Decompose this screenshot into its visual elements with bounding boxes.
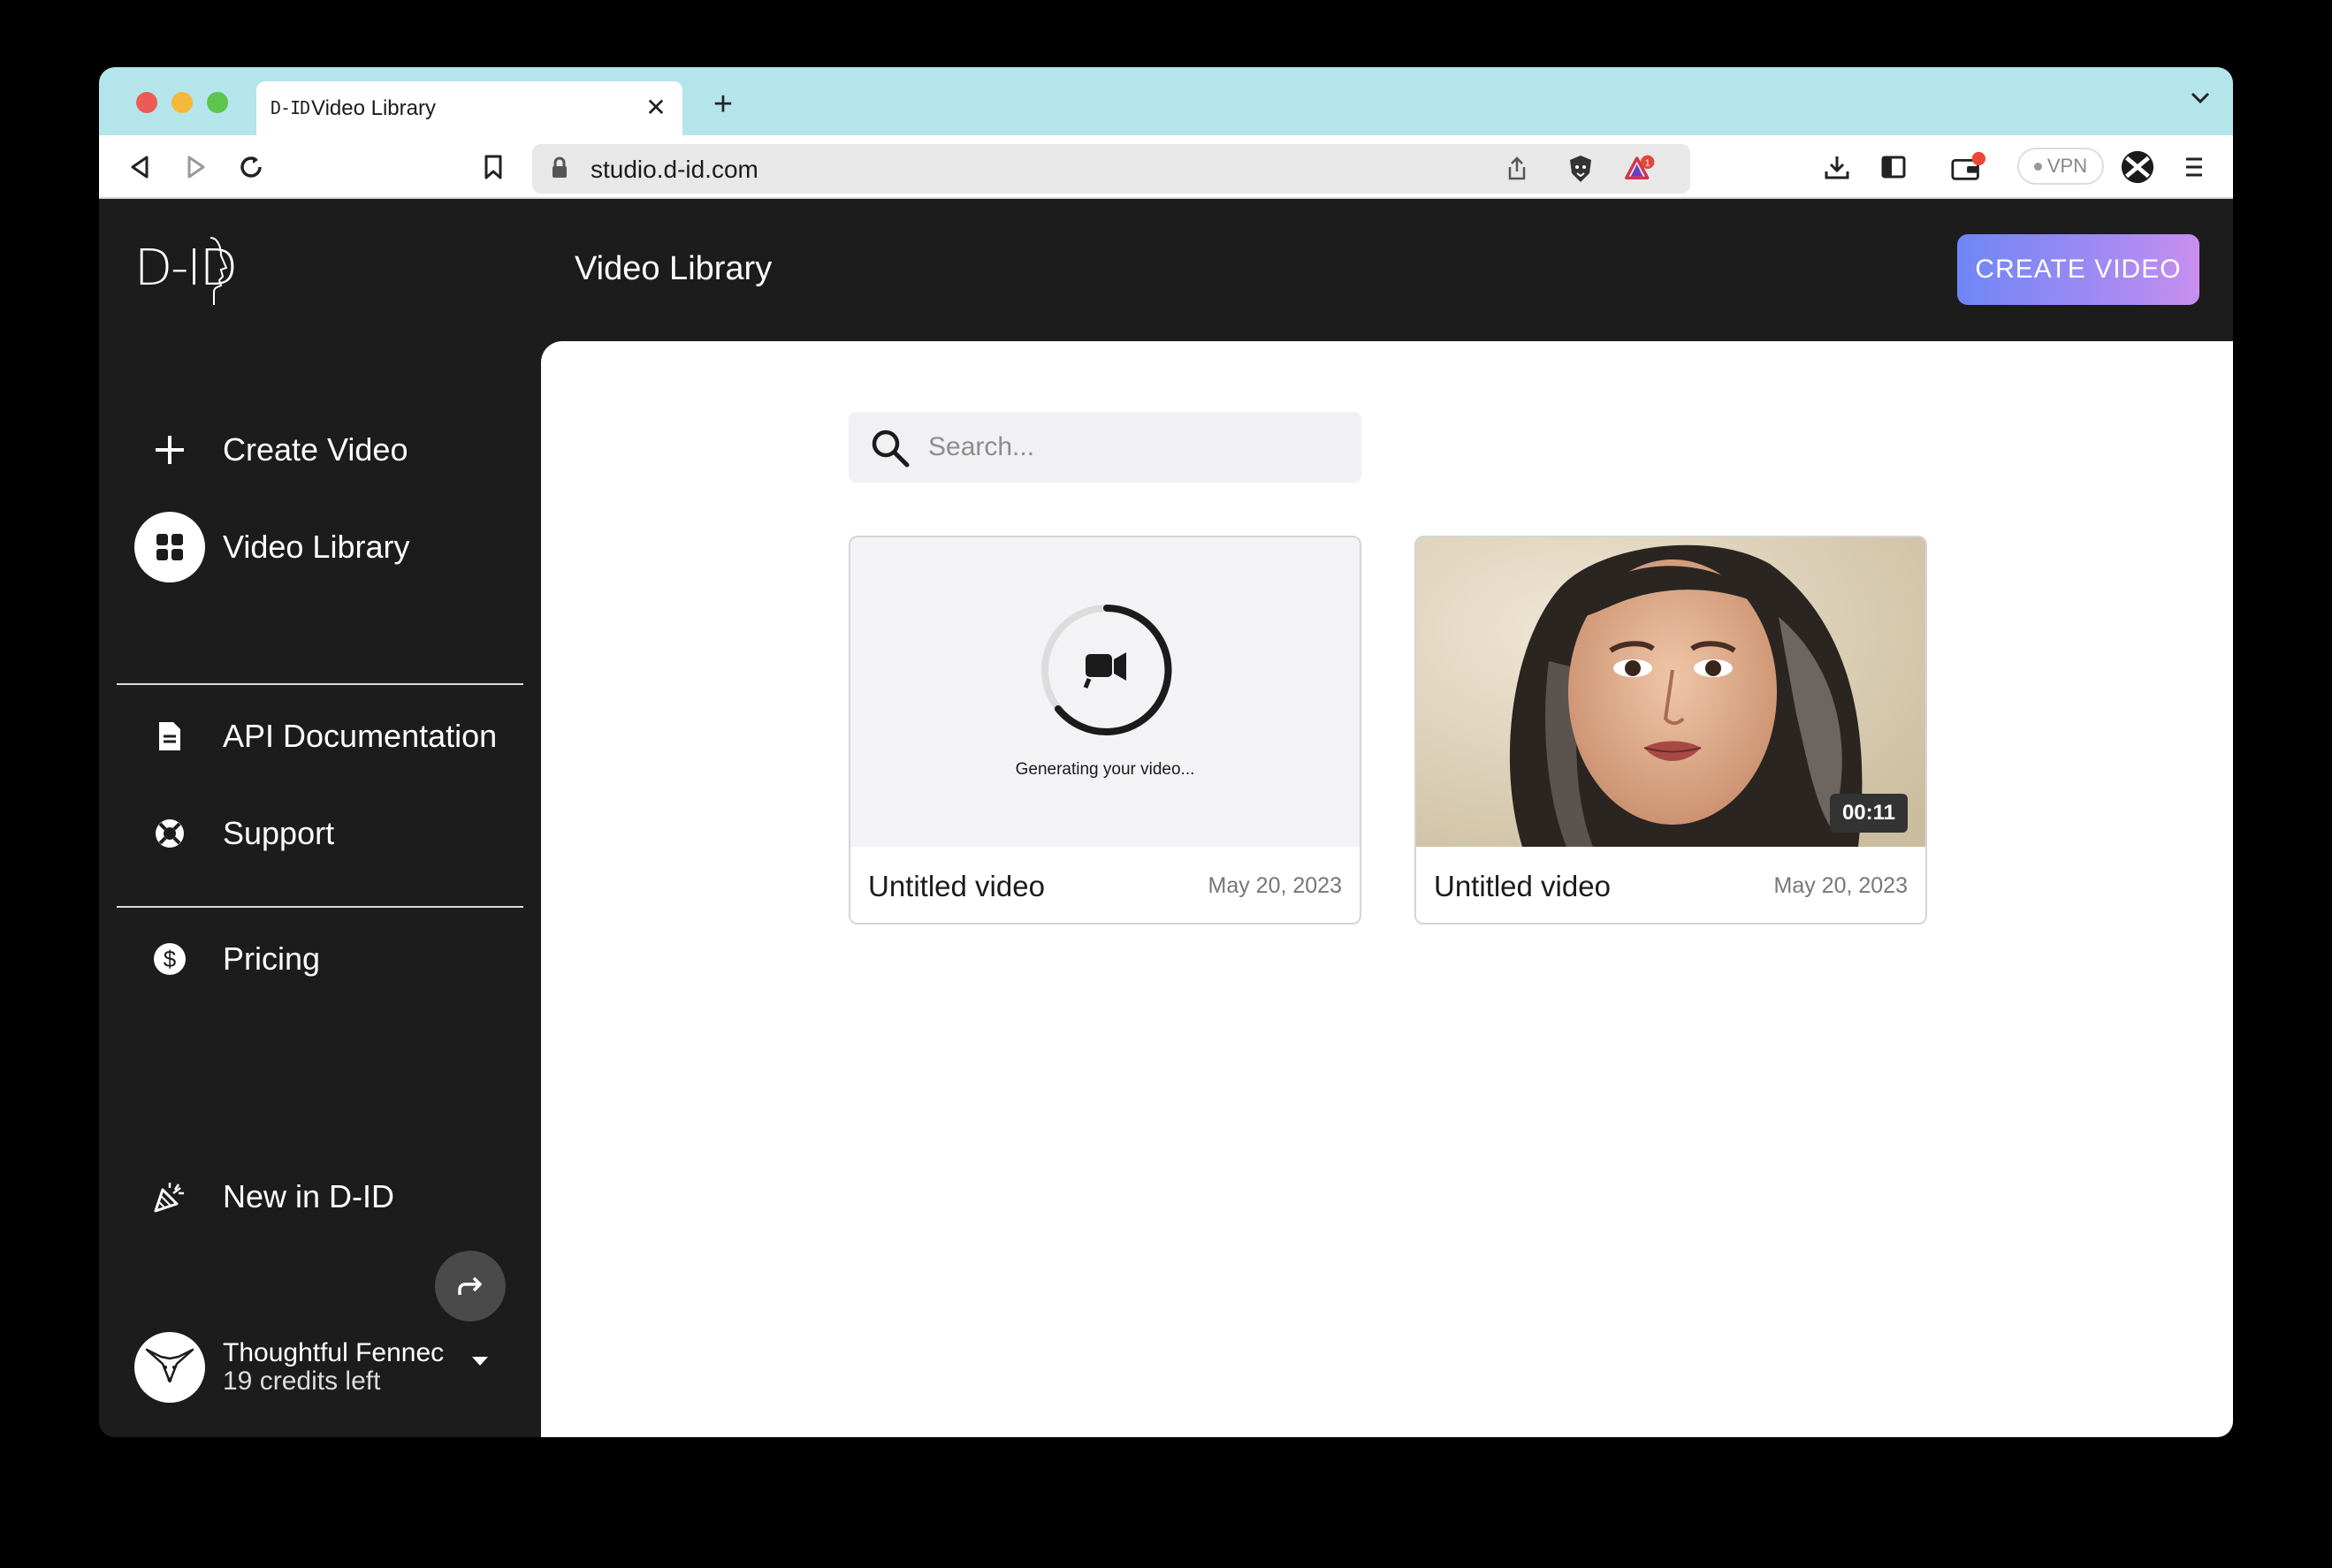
- search-icon: [872, 430, 910, 468]
- sidebar-item-label: API Documentation: [223, 718, 498, 754]
- video-card[interactable]: 00:11 Untitled video May 20, 2023: [1414, 536, 1927, 925]
- wallet-icon[interactable]: [1950, 149, 1985, 185]
- address-bar[interactable]: studio.d-id.com 1: [532, 144, 1690, 194]
- tab-title: Video Library: [311, 96, 436, 120]
- sidebar-item-create-video[interactable]: Create Video: [134, 415, 506, 485]
- collapse-sidebar-button[interactable]: [435, 1251, 506, 1321]
- menu-icon[interactable]: [2176, 149, 2212, 185]
- lifebuoy-icon: [134, 798, 205, 869]
- vpn-button[interactable]: VPN: [2017, 148, 2104, 185]
- video-title: Untitled video: [868, 870, 1045, 902]
- main-content: Generating your video... Untitled video …: [541, 341, 2233, 1437]
- video-thumbnail: Generating your video...: [850, 537, 1360, 847]
- sidebar-item-pricing[interactable]: $ Pricing: [134, 924, 506, 994]
- head-profile-icon: [210, 237, 228, 305]
- close-window-button[interactable]: [136, 92, 157, 113]
- sidebar-item-label: Create Video: [223, 431, 408, 468]
- video-camera-icon: [1083, 652, 1126, 689]
- browser-toolbar: studio.d-id.com 1 VPN: [99, 135, 2233, 199]
- document-icon: [134, 701, 205, 772]
- video-date: May 20, 2023: [1208, 873, 1343, 898]
- loading-spinner: [1041, 605, 1172, 735]
- create-video-button[interactable]: CREATE VIDEO: [1957, 234, 2199, 305]
- generating-status: Generating your video...: [1015, 760, 1195, 779]
- reload-icon[interactable]: [233, 149, 269, 185]
- url-text: studio.d-id.com: [591, 156, 758, 183]
- app-container: D-ID Create Video Video Library API Docu…: [99, 199, 2233, 1437]
- search-input[interactable]: [928, 428, 1335, 467]
- user-name: Thoughtful Fennec: [223, 1338, 445, 1367]
- tab-favicon-icon: D-ID: [271, 97, 310, 118]
- minimize-window-button[interactable]: [171, 92, 193, 113]
- page-title: Video Library: [575, 250, 773, 287]
- d-id-logo[interactable]: D-ID: [134, 237, 238, 305]
- vpn-label: VPN: [2046, 155, 2088, 177]
- dollar-icon: $: [134, 924, 205, 994]
- party-popper-icon: [134, 1161, 205, 1232]
- fennec-avatar-icon: [145, 1348, 194, 1383]
- avatar: [134, 1332, 205, 1403]
- tab-strip: D-ID Video Library ✕ +: [99, 67, 2233, 135]
- video-thumbnail: 00:11: [1416, 537, 1925, 847]
- sidebar-toggle-icon[interactable]: [1876, 149, 1911, 185]
- sidebar-item-new-in-d-id[interactable]: New in D-ID: [134, 1161, 506, 1232]
- sidebar-divider: [117, 906, 523, 908]
- back-icon[interactable]: [122, 149, 157, 185]
- sidebar-item-label: Pricing: [223, 940, 321, 977]
- profile-icon[interactable]: [2120, 149, 2155, 185]
- sidebar-item-label: Support: [223, 815, 335, 851]
- sidebar-item-support[interactable]: Support: [134, 798, 506, 869]
- browser-window: D-ID Video Library ✕ + studio.d-id.com 1…: [99, 67, 2233, 1437]
- grid-icon: [134, 512, 205, 582]
- user-menu[interactable]: Thoughtful Fennec 19 credits left: [134, 1330, 506, 1404]
- sidebar: D-ID Create Video Video Library API Docu…: [99, 199, 539, 1437]
- brave-shield-icon[interactable]: [1565, 153, 1597, 185]
- sidebar-item-video-library[interactable]: Video Library: [134, 512, 506, 582]
- video-title: Untitled video: [1434, 870, 1611, 902]
- forward-icon[interactable]: [179, 149, 214, 185]
- user-credits: 19 credits left: [223, 1366, 381, 1396]
- plus-icon: [134, 415, 205, 485]
- search-box[interactable]: [849, 412, 1361, 483]
- bookmark-icon[interactable]: [476, 149, 511, 185]
- chevron-down-icon[interactable]: [472, 1357, 488, 1366]
- video-date: May 20, 2023: [1773, 873, 1909, 898]
- browser-tab-active[interactable]: D-ID Video Library ✕: [256, 81, 682, 135]
- new-tab-button[interactable]: +: [704, 85, 743, 124]
- video-duration-badge: 00:11: [1829, 794, 1908, 833]
- video-card[interactable]: Generating your video... Untitled video …: [849, 536, 1361, 925]
- sidebar-item-api-documentation[interactable]: API Documentation: [134, 701, 506, 772]
- tab-list-chevron-icon[interactable]: [2191, 87, 2210, 110]
- tab-close-icon[interactable]: ✕: [640, 92, 672, 124]
- share-icon[interactable]: [1501, 153, 1533, 185]
- sidebar-item-label: Video Library: [223, 529, 410, 565]
- lock-icon: [553, 156, 567, 178]
- svg-text:$: $: [164, 946, 177, 972]
- sidebar-item-label: New in D-ID: [223, 1178, 395, 1214]
- brave-rewards-icon[interactable]: 1: [1625, 153, 1657, 185]
- rewards-badge-count: 1: [1645, 159, 1650, 169]
- redo-arrow-icon: [458, 1276, 482, 1295]
- sidebar-divider: [117, 683, 523, 685]
- download-icon[interactable]: [1819, 149, 1855, 185]
- maximize-window-button[interactable]: [207, 92, 228, 113]
